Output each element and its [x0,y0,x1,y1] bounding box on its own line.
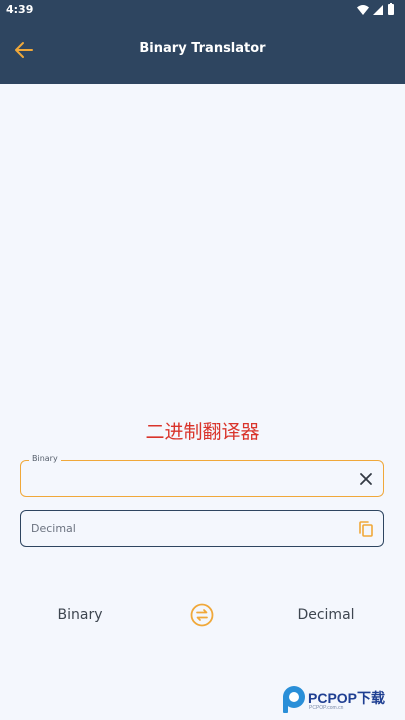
status-bar: 4:39 [0,0,405,20]
decimal-field[interactable] [20,510,384,547]
binary-input[interactable] [31,461,351,496]
from-mode-label: Binary [57,607,103,623]
watermark: PCPOP下载 PCPOP.com.cn [280,684,405,716]
page-title: Binary Translator [139,41,266,56]
pcpop-logo-icon [283,686,305,713]
wifi-icon [357,5,369,15]
close-icon[interactable] [357,470,375,488]
headline: 二进制翻译器 [145,421,260,443]
battery-icon [388,3,394,15]
to-mode-label: Decimal [297,607,355,623]
copy-icon[interactable] [357,520,375,538]
swap-icon[interactable] [190,603,214,627]
binary-field[interactable]: Binary [20,454,384,497]
status-time: 4:39 [6,3,34,16]
status-icons [357,3,394,15]
watermark-tagline: PCPOP.com.cn [309,705,344,711]
app-header: 4:39 Binary Translator [0,0,405,84]
cellular-signal-icon [373,5,383,15]
decimal-input[interactable] [31,511,351,546]
